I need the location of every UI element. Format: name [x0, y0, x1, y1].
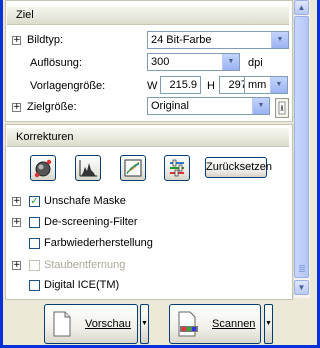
zielgroesse-label: Zielgröße:: [27, 101, 77, 113]
bildtyp-label: Bildtyp:: [27, 34, 64, 46]
expand-descreening-icon[interactable]: +: [12, 218, 21, 227]
expand-zielgroesse-icon[interactable]: +: [12, 103, 21, 112]
scan-button[interactable]: Scannen: [169, 304, 261, 344]
chevron-down-icon: ▼: [271, 32, 288, 48]
staubentfernung-checkbox: [29, 260, 40, 271]
scroll-grip-line: [299, 267, 305, 268]
farbwiederherstellung-label: Farbwiederherstellung: [44, 237, 153, 249]
ziel-header: [7, 6, 289, 25]
reset-button[interactable]: Zurücksetzen: [205, 157, 272, 178]
scan-dropdown-button[interactable]: ▼: [264, 304, 273, 344]
unschafe-maske-checkbox[interactable]: ✓: [29, 196, 40, 207]
chevron-down-icon: ▼: [252, 98, 269, 114]
auto-exposure-icon: [34, 159, 52, 178]
page-orientation-icon: [278, 101, 286, 115]
digital-ice-label: Digital ICE(TM): [44, 279, 120, 291]
scan-label: Scannen: [212, 318, 256, 330]
aufloesung-unit: dpi: [248, 57, 263, 69]
bildtyp-select[interactable]: 24 Bit-Farbe ▼: [147, 31, 289, 49]
vorlagengroesse-label: Vorlagengröße:: [30, 80, 106, 92]
scroll-up-arrow-icon[interactable]: ▲: [294, 0, 309, 15]
histogram-adjustment-button[interactable]: [75, 155, 101, 181]
window-frame-left: [0, 0, 3, 348]
aufloesung-label: Auflösung:: [30, 57, 82, 69]
aufloesung-select[interactable]: 300 ▼: [147, 53, 240, 71]
descreening-checkbox[interactable]: [29, 217, 40, 228]
auto-exposure-button[interactable]: [30, 155, 56, 181]
farbwiederherstellung-checkbox[interactable]: [29, 238, 40, 249]
color-sliders-icon: [170, 159, 184, 177]
zielgroesse-select[interactable]: Original ▼: [147, 97, 270, 115]
bildtyp-value: 24 Bit-Farbe: [151, 34, 212, 46]
expand-staubentfernung-icon[interactable]: +: [12, 261, 21, 270]
size-unit-select[interactable]: mm ▼: [244, 76, 288, 94]
descreening-label: De-screening-Filter: [44, 216, 138, 228]
scroll-grip-line: [299, 269, 305, 270]
korrekturen-title: Korrekturen: [16, 131, 74, 143]
unschafe-maske-label: Unschafe Maske: [44, 195, 126, 207]
chevron-down-icon: ▼: [222, 54, 239, 70]
scroll-down-arrow-icon[interactable]: ▼: [294, 280, 309, 295]
width-input[interactable]: 215.9: [160, 76, 201, 94]
preview-document-icon: [53, 311, 71, 337]
orientation-button[interactable]: [275, 98, 289, 118]
zielgroesse-value: Original: [151, 100, 189, 112]
preview-label: Vorschau: [85, 318, 131, 330]
chevron-down-icon: ▼: [270, 77, 287, 93]
staubentfernung-label: Staubentfernung: [44, 259, 126, 271]
tone-curve-icon: [124, 159, 142, 177]
scroll-grip-line: [299, 265, 305, 266]
tone-correction-button[interactable]: [120, 155, 146, 181]
preview-button[interactable]: Vorschau: [44, 304, 138, 344]
preview-dropdown-button[interactable]: ▼: [140, 304, 149, 344]
scrollbar-thumb[interactable]: [294, 16, 309, 278]
color-balance-button[interactable]: [164, 155, 190, 181]
aufloesung-value: 300: [151, 56, 170, 68]
scroll-grip-line: [299, 271, 305, 272]
histogram-icon: [79, 160, 97, 177]
digital-ice-checkbox[interactable]: [29, 280, 40, 291]
height-label: H: [207, 80, 215, 92]
korrekturen-panel: [5, 124, 293, 300]
expand-bildtyp-icon[interactable]: +: [12, 36, 21, 45]
scan-document-icon: [178, 311, 198, 337]
ziel-title: Ziel: [16, 9, 34, 21]
width-label: W: [147, 80, 158, 92]
size-unit-value: mm: [248, 79, 267, 91]
expand-unschafe-maske-icon[interactable]: +: [12, 197, 21, 206]
